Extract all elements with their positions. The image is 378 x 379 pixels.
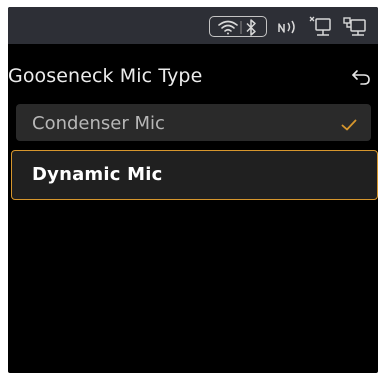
wifi-icon — [218, 20, 238, 35]
option-label: Condenser Mic — [32, 113, 165, 134]
option-label: Dynamic Mic — [32, 164, 163, 185]
status-bar — [8, 7, 378, 44]
device-screen: Gooseneck Mic Type Condenser Mic Dynamic… — [8, 7, 378, 373]
network-disconnected-icon — [309, 16, 331, 36]
option-condenser-mic[interactable]: Condenser Mic — [16, 104, 371, 141]
bluetooth-icon — [246, 19, 256, 36]
connectivity-group — [209, 16, 267, 37]
nfc-icon — [278, 20, 295, 34]
network-icon — [343, 17, 366, 36]
checkmark-icon — [341, 119, 357, 131]
return-arrow-icon[interactable] — [350, 68, 372, 88]
option-dynamic-mic[interactable]: Dynamic Mic — [11, 150, 378, 200]
page-title: Gooseneck Mic Type — [8, 65, 203, 87]
